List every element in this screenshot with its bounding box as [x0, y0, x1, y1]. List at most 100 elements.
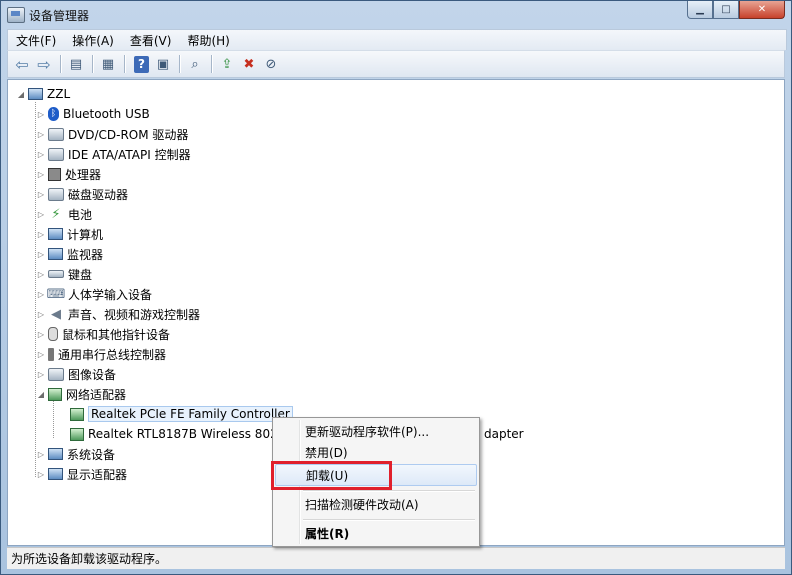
- close-button[interactable]: ✕: [739, 1, 785, 19]
- menu-separator: [303, 519, 475, 521]
- expand-arrow-icon[interactable]: ▷: [36, 130, 46, 139]
- menu-view[interactable]: 查看(V): [122, 32, 180, 49]
- toolbar-separator: [211, 55, 213, 73]
- maximize-icon: □: [721, 4, 731, 15]
- tree-item-system[interactable]: ▷ 系统设备: [36, 444, 115, 464]
- toolbar-separator: [124, 55, 126, 73]
- tree-item-network[interactable]: ◢ 网络适配器: [36, 384, 126, 404]
- display-adapter-icon: [48, 468, 63, 480]
- scan-hardware-icon[interactable]: ⌕: [185, 54, 205, 74]
- tree-item-label: 处理器: [65, 167, 102, 182]
- tree-item-imaging[interactable]: ▷ 图像设备: [36, 364, 116, 384]
- speaker-icon: ◀: [51, 306, 61, 322]
- tree-item-disk[interactable]: ▷ 磁盘驱动器: [36, 184, 128, 204]
- tree-item-label: 图像设备: [68, 367, 117, 382]
- tree-item-ide[interactable]: ▷ IDE ATA/ATAPI 控制器: [36, 144, 191, 164]
- mouse-icon: [48, 327, 58, 341]
- maximize-button[interactable]: □: [713, 1, 739, 19]
- menu-help[interactable]: 帮助(H): [179, 32, 237, 49]
- tree-item-bluetooth[interactable]: ▷ ᛒ Bluetooth USB: [36, 104, 150, 124]
- menu-update-driver[interactable]: 更新驱动程序软件(P)...: [275, 421, 477, 443]
- tree-root-label: ZZL: [47, 87, 71, 101]
- expand-arrow-icon[interactable]: ▷: [36, 270, 46, 279]
- minimize-icon: ▁: [696, 4, 704, 15]
- expand-arrow-icon[interactable]: ▷: [36, 370, 46, 379]
- expand-arrow-icon[interactable]: ▷: [36, 210, 46, 219]
- tree-item-label: 显示适配器: [67, 467, 128, 482]
- tree-item-label: 网络适配器: [66, 387, 127, 402]
- collapse-arrow-icon[interactable]: ◢: [36, 390, 46, 399]
- menu-action[interactable]: 操作(A): [64, 32, 122, 49]
- console-tree-icon[interactable]: ▤: [66, 54, 86, 74]
- expand-arrow-icon[interactable]: ▷: [36, 470, 46, 479]
- tree-guide-line: [53, 398, 54, 438]
- tree-item-realtek-pcie[interactable]: Realtek PCIe FE Family Controller: [70, 404, 293, 424]
- tree-item-monitor[interactable]: ▷ 监视器: [36, 244, 103, 264]
- keyboard-icon: [48, 270, 64, 278]
- expand-arrow-icon[interactable]: ▷: [36, 170, 46, 179]
- device-manager-icon: [7, 7, 25, 23]
- collapse-arrow-icon[interactable]: ◢: [16, 90, 26, 99]
- minimize-button[interactable]: ▁: [687, 1, 713, 19]
- tree-item-label: 电池: [68, 207, 93, 222]
- tree-item-dvd[interactable]: ▷ DVD/CD-ROM 驱动器: [36, 124, 188, 144]
- tree-root[interactable]: ◢ ZZL: [16, 84, 70, 104]
- menu-scan-hardware[interactable]: 扫描检测硬件改动(A): [275, 494, 477, 516]
- back-arrow-icon[interactable]: ⇦: [12, 54, 32, 74]
- system-device-icon: [48, 448, 63, 460]
- tree-item-label: Bluetooth USB: [63, 107, 150, 121]
- expand-arrow-icon[interactable]: ▷: [36, 310, 46, 319]
- tree-item-computer[interactable]: ▷ 计算机: [36, 224, 103, 244]
- tree-item-label: 键盘: [68, 267, 93, 282]
- tree-item-processor[interactable]: ▷ 处理器: [36, 164, 101, 184]
- view-icon[interactable]: ▣: [153, 54, 173, 74]
- toolbar-separator: [60, 55, 62, 73]
- toolbar: ⇦ ⇨ ▤ ▦ ? ▣ ⌕ ⇪ ✖ ⊘: [7, 50, 785, 78]
- window-title: 设备管理器: [29, 9, 90, 23]
- computer-icon: [28, 88, 43, 100]
- tree-item-realtek-wireless[interactable]: Realtek RTL8187B Wireless 802: [70, 424, 278, 444]
- toolbar-separator: [92, 55, 94, 73]
- tree-item-label: dapter: [484, 427, 524, 441]
- expand-arrow-icon[interactable]: ▷: [36, 110, 46, 119]
- properties-icon[interactable]: ▦: [98, 54, 118, 74]
- expand-arrow-icon[interactable]: ▷: [36, 450, 46, 459]
- expand-arrow-icon[interactable]: ▷: [36, 330, 46, 339]
- status-text: 为所选设备卸载该驱动程序。: [11, 552, 168, 566]
- expand-arrow-icon[interactable]: ▷: [36, 250, 46, 259]
- tree-item-display[interactable]: ▷ 显示适配器: [36, 464, 127, 484]
- tree-item-realtek-wireless-tail: dapter: [484, 424, 524, 444]
- network-adapter-icon: [70, 427, 84, 441]
- monitor-icon: [48, 248, 63, 260]
- menu-bar: 文件(F) 操作(A) 查看(V) 帮助(H): [7, 29, 787, 50]
- tree-item-hid[interactable]: ▷ ⌨ 人体学输入设备: [36, 284, 152, 304]
- disable-icon[interactable]: ⊘: [261, 54, 281, 74]
- processor-icon: [48, 167, 61, 181]
- expand-arrow-icon[interactable]: ▷: [36, 230, 46, 239]
- expand-arrow-icon[interactable]: ▷: [36, 350, 46, 359]
- tree-item-label: 鼠标和其他指针设备: [62, 327, 171, 342]
- uninstall-icon[interactable]: ✖: [239, 54, 259, 74]
- expand-arrow-icon[interactable]: ▷: [36, 150, 46, 159]
- tree-item-label: DVD/CD-ROM 驱动器: [68, 127, 189, 142]
- tree-item-label: 人体学输入设备: [68, 287, 153, 302]
- tree-item-sound[interactable]: ▷ ◀ 声音、视频和游戏控制器: [36, 304, 200, 324]
- tree-item-mouse[interactable]: ▷ 鼠标和其他指针设备: [36, 324, 170, 344]
- hid-icon: ⌨: [46, 286, 66, 302]
- network-adapter-icon: [48, 387, 62, 401]
- tree-item-keyboard[interactable]: ▷ 键盘: [36, 264, 92, 284]
- toolbar-separator: [179, 55, 181, 73]
- tree-item-battery[interactable]: ▷ ⚡ 电池: [36, 204, 92, 224]
- battery-icon: ⚡: [51, 206, 61, 222]
- update-driver-icon[interactable]: ⇪: [217, 54, 237, 74]
- computer-icon: [48, 228, 63, 240]
- menu-separator: [303, 490, 475, 492]
- menu-file[interactable]: 文件(F): [8, 32, 64, 49]
- title-bar[interactable]: 设备管理器 ▁ □ ✕: [1, 1, 791, 29]
- menu-properties[interactable]: 属性(R): [275, 523, 477, 545]
- forward-arrow-icon[interactable]: ⇨: [34, 54, 54, 74]
- help-icon[interactable]: ?: [134, 55, 149, 73]
- tree-item-usb[interactable]: ▷ 通用串行总线控制器: [36, 344, 166, 364]
- expand-arrow-icon[interactable]: ▷: [36, 290, 46, 299]
- expand-arrow-icon[interactable]: ▷: [36, 190, 46, 199]
